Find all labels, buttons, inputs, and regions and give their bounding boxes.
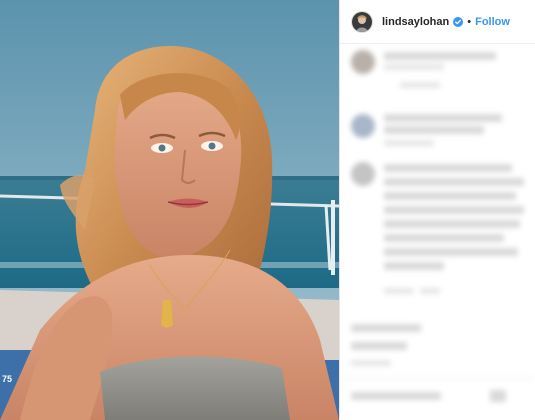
svg-text:75: 75	[2, 374, 12, 384]
verified-badge-icon	[453, 16, 464, 27]
selfie-photo: 75	[0, 0, 339, 420]
blurred-comments	[340, 44, 535, 420]
username[interactable]: lindsaylohan	[382, 16, 449, 28]
post-photo[interactable]: 75	[0, 0, 339, 420]
separator-dot: •	[467, 15, 472, 28]
avatar[interactable]	[351, 10, 373, 33]
comments-panel	[340, 44, 535, 420]
post-header: lindsaylohan • Follow	[340, 0, 535, 44]
follow-button[interactable]: Follow	[475, 16, 510, 28]
